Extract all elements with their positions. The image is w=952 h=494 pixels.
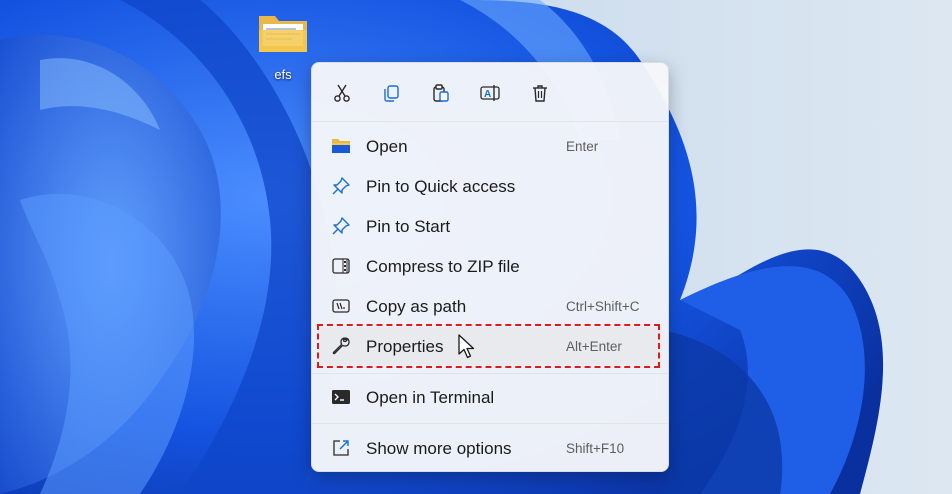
cut-icon <box>334 84 350 102</box>
menu-item-label: Show more options <box>366 439 512 458</box>
svg-text:A: A <box>484 89 491 100</box>
pin-icon <box>331 216 351 236</box>
mouse-cursor-icon <box>458 334 475 359</box>
menu-item-compress-zip[interactable]: Compress to ZIP file <box>318 247 662 285</box>
menu-item-show-more-options[interactable]: Show more options Shift+F10 <box>318 429 662 467</box>
paste-button[interactable] <box>424 77 458 109</box>
copy-path-icon <box>331 296 351 316</box>
terminal-icon <box>331 387 351 407</box>
menu-item-open[interactable]: Open Enter <box>318 127 662 165</box>
paste-icon <box>433 84 449 102</box>
menu-item-pin-start[interactable]: Pin to Start <box>318 207 662 245</box>
menu-item-shortcut: Ctrl+Shift+C <box>566 299 640 314</box>
delete-button[interactable] <box>523 77 557 109</box>
menu-item-pin-quick-access[interactable]: Pin to Quick access <box>318 167 662 205</box>
desktop-icon-label: efs <box>274 67 292 82</box>
annotation-highlight-box <box>317 324 660 368</box>
menu-item-label: Copy as path <box>366 297 467 316</box>
menu-item-label: Open in Terminal <box>366 388 495 407</box>
delete-icon <box>533 85 547 102</box>
zip-icon <box>331 256 351 276</box>
menu-separator <box>312 373 668 374</box>
desktop-folder-efs[interactable]: efs <box>248 12 318 82</box>
rename-icon: A <box>480 85 500 101</box>
menu-item-open-terminal[interactable]: Open in Terminal <box>318 378 662 416</box>
folder-icon <box>331 136 351 156</box>
share-icon <box>331 438 351 458</box>
context-menu: A Open Enter Pin to Quick access Pin to … <box>311 62 669 472</box>
rename-button[interactable]: A <box>474 77 508 109</box>
menu-item-copy-as-path[interactable]: Copy as path Ctrl+Shift+C <box>318 287 662 325</box>
menu-separator <box>312 121 668 122</box>
menu-separator <box>312 423 668 424</box>
cut-button[interactable] <box>325 77 359 109</box>
context-menu-toolbar: A <box>312 63 668 121</box>
menu-item-shortcut: Shift+F10 <box>566 441 625 456</box>
pin-icon <box>331 176 351 196</box>
menu-item-label: Pin to Start <box>366 217 451 236</box>
menu-item-shortcut: Enter <box>566 139 599 154</box>
menu-item-label: Compress to ZIP file <box>366 257 520 276</box>
menu-item-label: Pin to Quick access <box>366 177 516 196</box>
copy-button[interactable] <box>374 77 408 109</box>
menu-item-label: Open <box>366 137 408 156</box>
copy-icon <box>384 85 399 102</box>
folder-icon <box>259 16 307 52</box>
